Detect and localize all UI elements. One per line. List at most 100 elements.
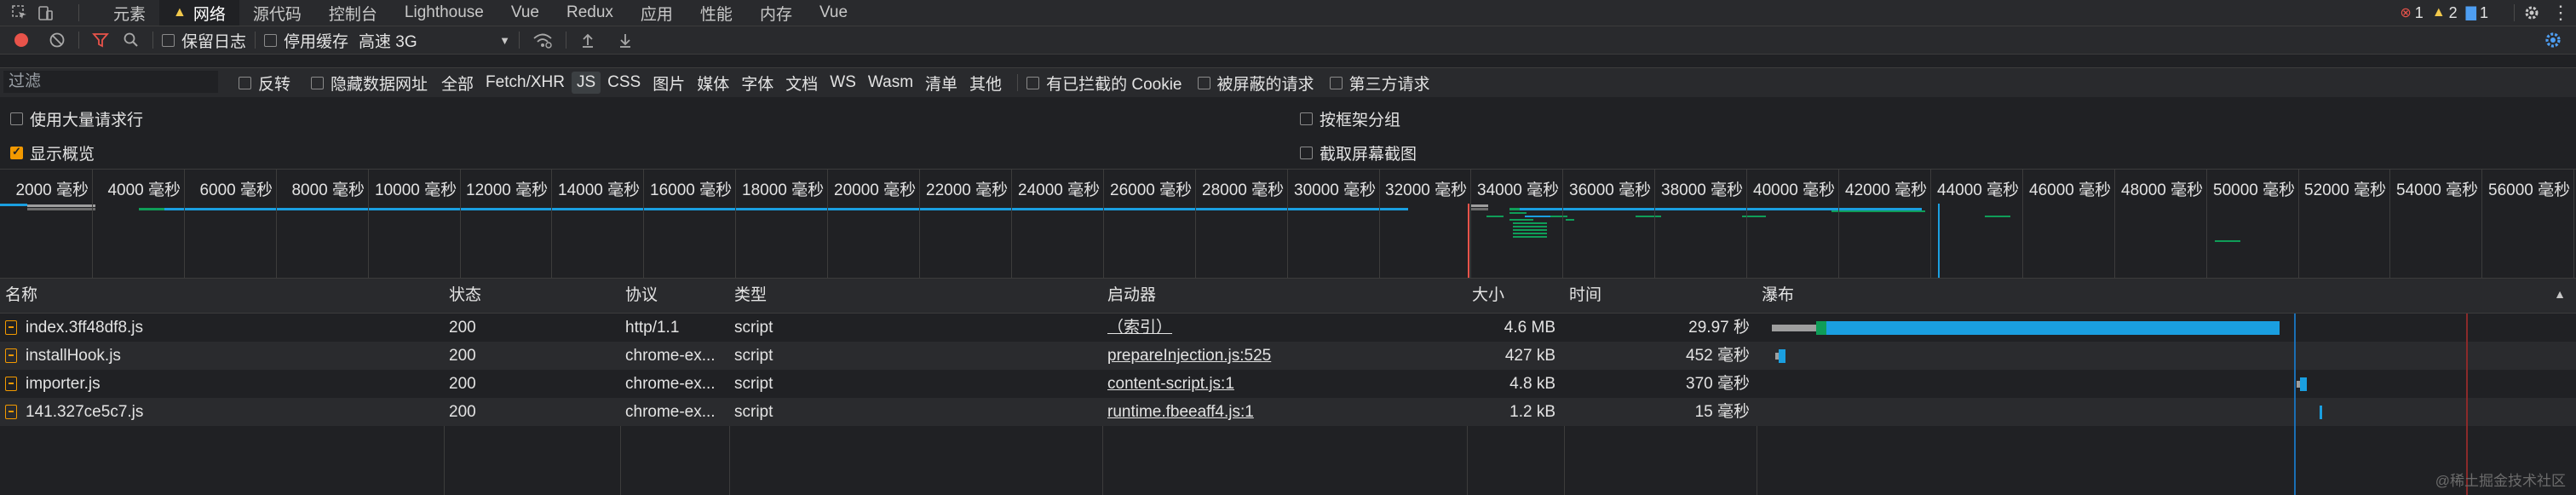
cell-status: 200 xyxy=(444,342,619,370)
status-text: 200 xyxy=(449,347,476,365)
device-toolbar-icon[interactable] xyxy=(32,4,58,21)
table-row[interactable]: index.3ff48df8.js 200 http/1.1 script （索引） 4.… xyxy=(0,314,2576,342)
column-header-time[interactable]: 时间 xyxy=(1564,279,1601,313)
resource-type-filter[interactable]: WS xyxy=(825,72,861,94)
column-header-protocol[interactable]: 协议 xyxy=(620,279,658,313)
timeline-gridline xyxy=(1379,170,1380,278)
cell-initiator[interactable]: （索引） xyxy=(1102,314,1465,342)
overview-bar xyxy=(1566,219,1574,221)
filter-icon[interactable] xyxy=(88,32,113,49)
message-icon: ▇ xyxy=(2465,6,2476,20)
waterfall-load-marker xyxy=(2294,314,2296,495)
record-icon[interactable] xyxy=(9,32,34,49)
resource-type-filter[interactable]: 字体 xyxy=(736,70,779,96)
column-header-size[interactable]: 大小 xyxy=(1467,279,1504,313)
divider xyxy=(255,32,256,49)
panel-tab[interactable]: 控制台 xyxy=(315,0,391,26)
resource-type-filter[interactable]: Fetch/XHR xyxy=(480,72,570,94)
cell-time: 370 毫秒 xyxy=(1564,370,1750,398)
blocked-cookies-checkbox[interactable] xyxy=(1026,76,1040,89)
panel-tab[interactable]: Lighthouse xyxy=(391,0,497,26)
column-header-status[interactable]: 状态 xyxy=(444,279,481,313)
column-header-type[interactable]: 类型 xyxy=(729,279,767,313)
more-options-icon[interactable]: ⋮ xyxy=(2545,2,2576,24)
chevron-down-icon: ▼ xyxy=(499,33,511,47)
timeline-gridline xyxy=(1562,170,1563,278)
export-har-icon[interactable] xyxy=(612,32,638,49)
cell-time: 452 毫秒 xyxy=(1564,342,1750,370)
cell-protocol: chrome-ex... xyxy=(620,342,729,370)
panel-tab[interactable]: Vue xyxy=(497,0,553,26)
panel-tab[interactable]: 源代码 xyxy=(239,0,315,26)
network-toolbar: 保留日志 停用缓存 高速 3G ▼ xyxy=(0,26,2576,55)
timeline-overview[interactable]: 2000 毫秒 4000 毫秒 6000 毫秒 8000 毫秒 10000 毫秒 1200… xyxy=(0,170,2576,279)
panel-tab[interactable]: ▲ 网络 xyxy=(159,0,239,26)
requests-table: 名称 状态 协议 类型 启动器 大小 时间 瀑布 ▲ index.3ff48df… xyxy=(0,279,2576,495)
cell-type: script xyxy=(729,370,1101,398)
size-text: 4.6 MB xyxy=(1504,319,1555,337)
inspect-element-icon[interactable] xyxy=(7,4,32,21)
overview-bar xyxy=(1513,226,1547,227)
cell-initiator[interactable]: content-script.js:1 xyxy=(1102,370,1465,398)
overview-bar xyxy=(1520,208,1922,210)
column-header-initiator[interactable]: 启动器 xyxy=(1102,279,1156,313)
resource-type-filter[interactable]: 清单 xyxy=(920,70,963,96)
cell-initiator[interactable]: runtime.fbeeaff4.js:1 xyxy=(1102,398,1465,426)
preserve-log-checkbox[interactable] xyxy=(162,33,175,47)
blocked-requests-checkbox[interactable] xyxy=(1197,76,1210,89)
filter-input[interactable] xyxy=(3,71,218,93)
name-text: installHook.js xyxy=(26,347,121,365)
search-icon[interactable] xyxy=(118,32,144,49)
invert-checkbox[interactable] xyxy=(239,76,251,89)
timeline-gridline xyxy=(368,170,369,278)
network-conditions-icon[interactable] xyxy=(528,32,557,49)
third-party-checkbox[interactable] xyxy=(1329,76,1343,89)
message-count-badge[interactable]: ▇ 1 xyxy=(2466,4,2488,22)
panel-tab-label: 源代码 xyxy=(252,5,302,24)
protocol-text: chrome-ex... xyxy=(625,375,716,393)
initiator-text: content-script.js:1 xyxy=(1107,375,1234,393)
sort-ascending-icon[interactable]: ▲ xyxy=(2554,287,2566,301)
resource-type-filter[interactable]: 媒体 xyxy=(692,70,734,96)
overview-bar xyxy=(27,208,95,210)
import-har-icon[interactable] xyxy=(575,32,601,49)
resource-type-filter[interactable]: 全部 xyxy=(436,70,479,96)
resource-type-filter[interactable]: 图片 xyxy=(647,70,690,96)
resource-type-filter[interactable]: Wasm xyxy=(863,72,918,94)
table-row[interactable]: importer.js 200 chrome-ex... script content-… xyxy=(0,370,2576,398)
panel-tab[interactable]: Vue xyxy=(806,0,861,26)
big-rows-checkbox[interactable] xyxy=(10,112,23,125)
panel-tab[interactable]: Redux xyxy=(553,0,627,26)
timeline-gridline xyxy=(184,170,185,278)
type-text: script xyxy=(734,375,773,393)
overview-bar xyxy=(1636,216,1661,217)
panel-tab[interactable]: 内存 xyxy=(746,0,806,26)
resource-type-filter[interactable]: JS xyxy=(571,72,601,94)
column-header-waterfall[interactable]: 瀑布 xyxy=(1757,279,1794,313)
error-count-badge[interactable]: ⊗ 1 xyxy=(2400,4,2423,22)
network-settings-gear-icon[interactable] xyxy=(2539,31,2567,49)
resource-type-filter[interactable]: 文档 xyxy=(780,70,823,96)
throttling-select[interactable]: 高速 3G ▼ xyxy=(359,29,510,52)
table-row[interactable]: 141.327ce5c7.js 200 chrome-ex... script runt… xyxy=(0,398,2576,426)
warning-count-badge[interactable]: ▲ 2 xyxy=(2432,4,2458,22)
initiator-text: runtime.fbeeaff4.js:1 xyxy=(1107,403,1254,421)
cell-initiator[interactable]: prepareInjection.js:525 xyxy=(1102,342,1465,370)
settings-gear-icon[interactable] xyxy=(2518,4,2545,21)
resource-type-filter[interactable]: 其他 xyxy=(964,70,1007,96)
group-by-frame-checkbox[interactable] xyxy=(1300,112,1313,125)
column-header-name[interactable]: 名称 xyxy=(0,279,37,313)
resource-type-filter[interactable]: CSS xyxy=(602,72,646,94)
show-overview-checkbox[interactable] xyxy=(10,145,23,159)
clear-icon[interactable] xyxy=(44,32,70,49)
capture-screenshots-checkbox[interactable] xyxy=(1300,147,1313,159)
table-row[interactable]: installHook.js 200 chrome-ex... script prepa… xyxy=(0,342,2576,370)
panel-tab[interactable]: 性能 xyxy=(687,0,746,26)
cell-size: 1.2 kB xyxy=(1467,398,1555,426)
hide-data-urls-checkbox[interactable] xyxy=(311,76,325,89)
disable-cache-checkbox[interactable] xyxy=(264,33,278,47)
cell-type: script xyxy=(729,398,1101,426)
panel-tab[interactable]: 应用 xyxy=(627,0,687,26)
panel-tab[interactable]: 元素 xyxy=(100,0,159,26)
name-text: 141.327ce5c7.js xyxy=(26,403,144,421)
